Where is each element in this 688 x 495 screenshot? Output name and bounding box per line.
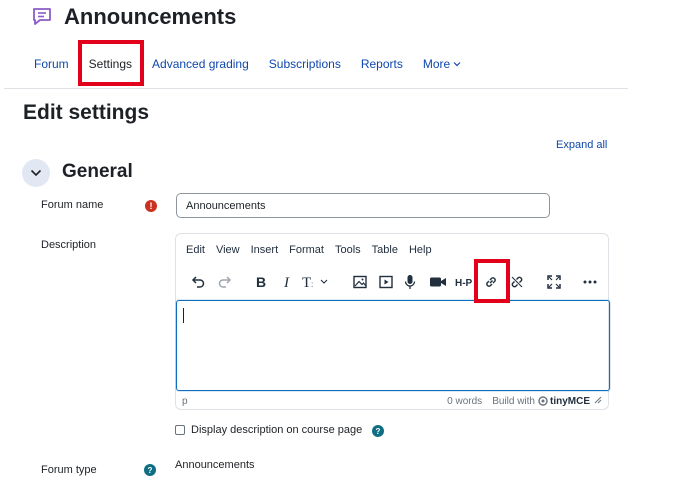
tab-subscriptions-label: Subscriptions xyxy=(268,57,341,71)
text-caret xyxy=(183,308,184,323)
svg-text:B: B xyxy=(256,274,266,290)
build-with-text: Build with xyxy=(492,395,535,407)
tab-more[interactable]: More xyxy=(413,40,471,88)
menu-insert[interactable]: Insert xyxy=(251,244,279,256)
tab-advanced-grading[interactable]: Advanced grading xyxy=(142,40,259,88)
collapse-general-button[interactable] xyxy=(22,159,50,187)
link-icon[interactable] xyxy=(478,267,504,297)
description-edit-area[interactable] xyxy=(176,300,610,391)
italic-icon[interactable]: I xyxy=(274,267,300,297)
forum-name-input[interactable] xyxy=(176,193,550,218)
tab-reports-label: Reports xyxy=(360,57,403,71)
fullscreen-icon[interactable] xyxy=(541,267,567,297)
tinymce-logo-icon xyxy=(538,396,548,406)
h5p-icon[interactable]: H-P xyxy=(453,267,479,297)
undo-icon[interactable] xyxy=(185,267,211,297)
tab-settings-label: Settings xyxy=(88,57,133,71)
menu-edit[interactable]: Edit xyxy=(186,244,205,256)
tab-settings[interactable]: Settings xyxy=(79,40,142,88)
editor-statusbar: p 0 words Build with tinyMCE xyxy=(176,392,608,410)
editor-menubar: Edit View Insert Format Tools Table Help xyxy=(176,234,608,266)
forum-type-value: Announcements xyxy=(175,459,255,471)
tabs-divider xyxy=(4,88,628,89)
menu-format[interactable]: Format xyxy=(289,244,324,256)
tinymce-brand-name: tinyMCE xyxy=(550,395,590,407)
required-icon: ! xyxy=(145,200,157,212)
menu-table[interactable]: Table xyxy=(372,244,398,256)
description-label: Description xyxy=(41,239,97,251)
menu-tools[interactable]: Tools xyxy=(335,244,361,256)
forum-type-help-icon[interactable]: ? xyxy=(144,464,156,476)
tab-reports[interactable]: Reports xyxy=(351,40,413,88)
help-icon[interactable]: ? xyxy=(372,425,384,437)
forum-icon xyxy=(30,5,54,29)
image-icon[interactable] xyxy=(347,267,373,297)
video-camera-icon[interactable] xyxy=(425,267,451,297)
forum-type-label: Forum type xyxy=(41,464,97,476)
tab-advanced-grading-label: Advanced grading xyxy=(152,57,249,71)
general-section-title: General xyxy=(62,161,133,182)
page-title: Announcements xyxy=(64,4,237,29)
menu-view[interactable]: View xyxy=(216,244,240,256)
text-style-icon[interactable]: T: xyxy=(300,267,332,297)
word-count[interactable]: 0 words xyxy=(447,396,482,407)
chevron-down-icon xyxy=(30,169,42,177)
unlink-icon[interactable] xyxy=(504,267,530,297)
display-description-checkbox[interactable] xyxy=(175,425,185,435)
description-editor: Edit View Insert Format Tools Table Help… xyxy=(175,233,610,410)
tab-forum-label: Forum xyxy=(34,57,69,71)
resize-handle-icon[interactable] xyxy=(594,396,602,407)
redo-icon[interactable] xyxy=(212,267,238,297)
display-description-label: Display description on course page xyxy=(191,424,363,436)
tab-subscriptions[interactable]: Subscriptions xyxy=(259,40,351,88)
menu-help[interactable]: Help xyxy=(409,244,432,256)
edit-settings-heading: Edit settings xyxy=(23,101,150,124)
bold-icon[interactable]: B xyxy=(248,267,274,297)
editor-toolbar: B I T: H-P xyxy=(176,267,608,299)
chevron-down-icon xyxy=(453,59,461,69)
media-icon[interactable] xyxy=(373,267,399,297)
element-path[interactable]: p xyxy=(182,396,447,407)
page-header: Announcements xyxy=(30,4,236,30)
svg-text:T: T xyxy=(302,275,311,290)
svg-text::: : xyxy=(311,280,313,289)
tinymce-brand[interactable]: Build with tinyMCE xyxy=(492,396,590,407)
forum-name-label: Forum name xyxy=(41,199,104,211)
svg-text:I: I xyxy=(283,275,290,290)
tab-more-label: More xyxy=(422,57,451,71)
expand-all-link[interactable]: Expand all xyxy=(556,139,607,151)
microphone-icon[interactable] xyxy=(397,267,423,297)
secondary-navigation: Forum Settings Advanced grading Subscrip… xyxy=(24,40,471,88)
more-icon[interactable] xyxy=(577,267,603,297)
svg-text:H-P: H-P xyxy=(455,278,473,289)
tab-forum[interactable]: Forum xyxy=(24,40,79,88)
